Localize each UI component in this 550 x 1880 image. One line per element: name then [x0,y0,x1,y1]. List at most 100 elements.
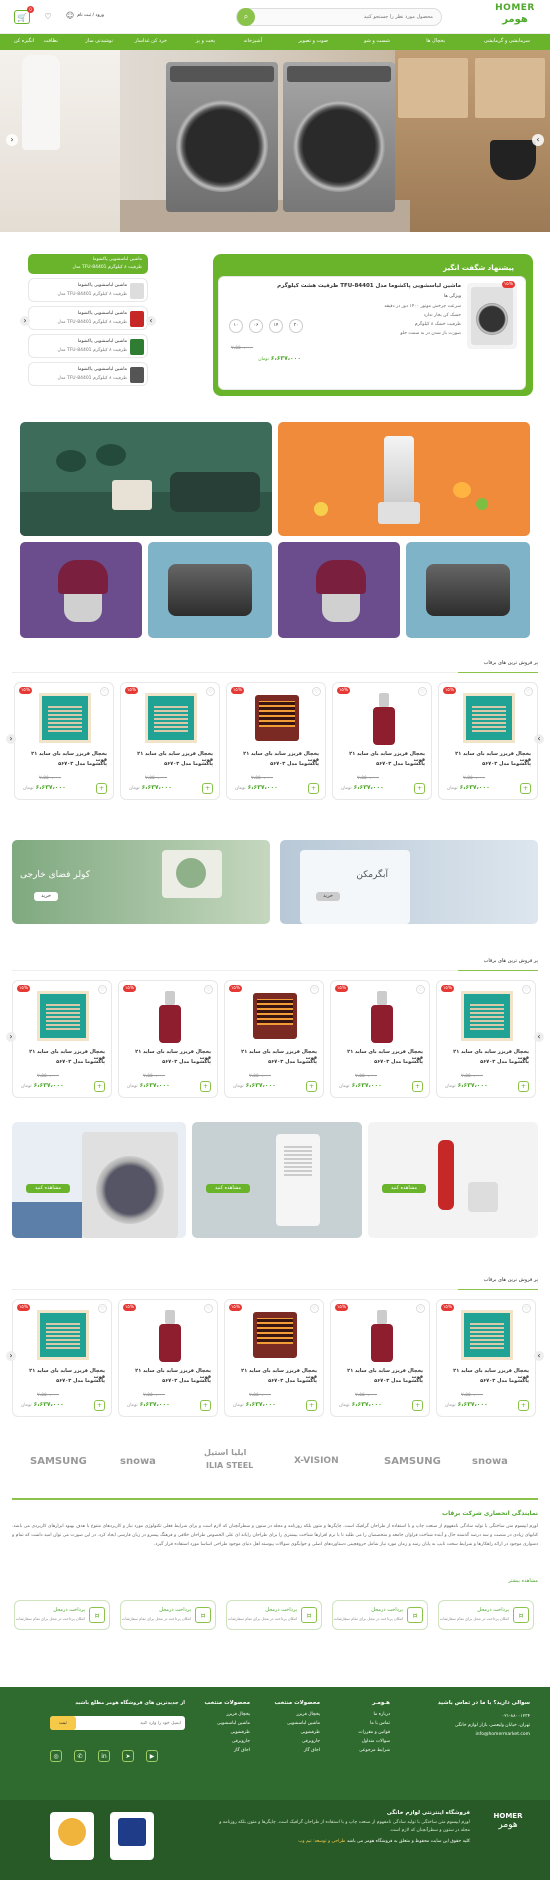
add-to-cart-icon[interactable]: + [306,1081,317,1092]
wishlist-icon[interactable]: ♡ [416,985,425,994]
nav-item[interactable]: سرمایشی و گرمایشی [484,38,530,44]
product-image[interactable] [461,991,513,1041]
nav-item[interactable]: صوت و تصویر [298,38,328,44]
product-subtitle[interactable]: پاکشوما مدل ۵۶۷۰۳ [335,1059,423,1065]
footer-link[interactable]: قوانین و مقررات [330,1728,390,1737]
category-banner-cooler[interactable]: مشاهده کنید [192,1122,362,1238]
product-card[interactable]: ۱۵% ♡ یخچال فریزر ساید بای ساید ۲۱ فوت پاکش… [332,682,432,800]
product-card[interactable]: ۱۵% ♡ یخچال فریزر ساید بای ساید ۲۱ فوت پاکش… [224,980,324,1098]
footer-link[interactable]: جاروبرقی [260,1737,320,1746]
search-input[interactable] [261,9,441,25]
product-subtitle[interactable]: پاکشوما مدل ۵۶۷۰۳ [17,1059,105,1065]
brand-logo[interactable]: ILIA STEEL [206,1461,253,1470]
banner-chairs[interactable] [20,422,272,536]
product-image[interactable] [371,1310,393,1362]
product-subtitle[interactable]: پاکشوما مدل ۵۶۷۰۳ [17,1378,105,1384]
brand-logo[interactable]: X-VISION [294,1456,339,1466]
nav-item[interactable]: پخت و پز [196,38,215,44]
side-list-item[interactable]: ماشین لباسشویی پاکشوما ظرفیت ۸ کیلوگرم T… [28,334,148,358]
product-card[interactable]: ۱۵% ♡ یخچال فریزر ساید بای ساید ۲۱ فوت پاکش… [118,1299,218,1417]
contact-email[interactable]: info@homermarket.com [410,1730,530,1739]
product-subtitle[interactable]: پاکشوما مدل ۵۶۷۰۳ [229,1378,317,1384]
product-image[interactable] [37,1310,89,1360]
add-to-cart-icon[interactable]: + [200,1081,211,1092]
category-banner-washer[interactable]: مشاهده کنید [12,1122,186,1238]
product-subtitle[interactable]: پاکشوما مدل ۵۶۷۰۳ [231,761,319,767]
product-image[interactable] [463,693,515,743]
product-subtitle[interactable]: پاکشوما مدل ۵۶۷۰۳ [441,1378,529,1384]
side-list-item[interactable]: ماشین لباسشویی پاکشوما ظرفیت ۸ کیلوگرم T… [28,306,148,330]
product-card[interactable]: ۱۵% ♡ یخچال فریزر ساید بای ساید ۲۱ فوت پاکش… [438,682,538,800]
banner-grill[interactable] [406,542,530,638]
product-image[interactable] [253,993,297,1039]
add-to-cart-icon[interactable]: + [306,1400,317,1411]
instagram-icon[interactable]: ◎ [50,1750,62,1762]
product-subtitle[interactable]: پاکشوما مدل ۵۶۷۰۳ [19,761,107,767]
product-card[interactable]: ۱۵% ♡ یخچال فریزر ساید بای ساید ۲۱ فوت پاکش… [12,1299,112,1417]
add-to-cart-icon[interactable]: + [94,1400,105,1411]
product-image[interactable] [373,693,395,745]
wishlist-icon[interactable]: ♡ [524,687,533,696]
banner-blender[interactable] [278,422,530,536]
product-image[interactable] [371,991,393,1043]
search-button[interactable]: ⌕ [237,8,255,26]
wishlist-icon[interactable]: ♡ [204,1304,213,1313]
footer-link[interactable]: یخچال فریزر [190,1710,250,1719]
product-card[interactable]: ۱۵% ♡ یخچال فریزر ساید بای ساید ۲۱ فوت پاکش… [226,682,326,800]
product-subtitle[interactable]: پاکشوما مدل ۵۶۷۰۳ [335,1378,423,1384]
nav-item[interactable]: نظافت [44,38,58,44]
promo-banner-water-heater[interactable]: آبگرمکن خرید [280,840,538,924]
footer-link[interactable]: شرایط مرجوعی [330,1746,390,1755]
carousel-next-arrow[interactable]: › [534,734,544,744]
category-button[interactable]: مشاهده کنید [26,1184,70,1193]
wishlist-icon[interactable]: ♡ [206,687,215,696]
hero-next-arrow[interactable]: › [532,134,544,146]
banner-mixer[interactable] [278,542,400,638]
product-subtitle[interactable]: پاکشوما مدل ۵۶۷۰۳ [125,761,213,767]
footer-link[interactable]: اجاق گاز [190,1746,250,1755]
contact-phone[interactable]: ۰۲۱-۸۸۰۰۱۲۳۴ [410,1712,530,1721]
whatsapp-icon[interactable]: ✆ [74,1750,86,1762]
product-subtitle[interactable]: پاکشوما مدل ۵۶۷۰۳ [123,1378,211,1384]
product-card[interactable]: ۱۵% ♡ یخچال فریزر ساید بای ساید ۲۱ فوت پاکش… [436,980,536,1098]
nav-item[interactable]: خرد کن غذاساز [135,38,167,44]
product-card[interactable]: ۱۵% ♡ یخچال فریزر ساید بای ساید ۲۱ فوت پاکش… [118,980,218,1098]
offer-title[interactable]: ماشین لباسشویی پاکشوما مدل TFU-84401 ظرف… [251,283,461,289]
product-card[interactable]: ۱۵% ♡ یخچال فریزر ساید بای ساید ۲۱ فوت پاکش… [330,980,430,1098]
footer-link[interactable]: ظرفشویی [260,1728,320,1737]
footer-link[interactable]: یخچال فریزر [260,1710,320,1719]
aparat-icon[interactable]: ▶ [146,1750,158,1762]
banner-grill[interactable] [148,542,272,638]
product-subtitle[interactable]: پاکشوما مدل ۵۶۷۰۳ [441,1059,529,1065]
brand-logo[interactable]: SAMSUNG [384,1456,441,1467]
wishlist-icon[interactable]: ♡ [312,687,321,696]
product-subtitle[interactable]: پاکشوما مدل ۵۶۷۰۳ [229,1059,317,1065]
footer-link[interactable]: سوالات متداول [330,1737,390,1746]
newsletter-input[interactable] [85,1716,185,1730]
wishlist-icon[interactable]: ♡ [98,985,107,994]
footer-link[interactable]: ظرفشویی [190,1728,250,1737]
product-image[interactable] [37,991,89,1041]
newsletter-submit[interactable]: ثبت [50,1716,76,1730]
add-to-cart-icon[interactable]: + [202,783,213,794]
category-banner-blender[interactable]: مشاهده کنید [368,1122,538,1238]
carousel-next-arrow[interactable]: › [534,1351,544,1361]
product-subtitle[interactable]: پاکشوما مدل ۵۶۷۰۳ [337,761,425,767]
product-card[interactable]: ۱۵% ♡ یخچال فریزر ساید بای ساید ۲۱ فوت پاکش… [120,682,220,800]
brand-logo[interactable]: snowa [120,1456,156,1467]
product-image[interactable] [159,1310,181,1362]
product-subtitle[interactable]: پاکشوما مدل ۵۶۷۰۳ [123,1059,211,1065]
footer-link[interactable]: درباره ما [330,1710,390,1719]
carousel-next-arrow[interactable]: › [534,1032,544,1042]
product-card[interactable]: ۱۵% ♡ یخچال فریزر ساید بای ساید ۲۱ فوت پاکش… [330,1299,430,1417]
add-to-cart-icon[interactable]: + [94,1081,105,1092]
nav-item[interactable]: یخچال ها [426,38,445,44]
product-image[interactable] [159,991,181,1043]
footer-link[interactable]: اجاق گاز [260,1746,320,1755]
logo[interactable]: HOMER هومر [494,3,536,31]
carousel-prev-arrow[interactable]: ‹ [6,734,16,744]
nav-item[interactable]: نوشیدنی ساز [85,38,113,44]
nav-item[interactable]: آشپزخانه [243,38,262,44]
linkedin-icon[interactable]: in [98,1750,110,1762]
wishlist-icon[interactable]: ♡ [42,11,54,23]
